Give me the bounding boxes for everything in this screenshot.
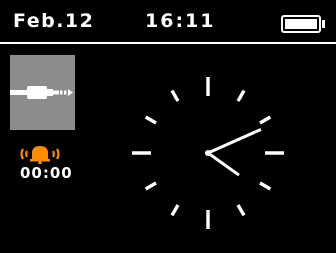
hour-tick bbox=[144, 181, 157, 191]
analog-clock bbox=[132, 77, 284, 229]
minute-hand bbox=[207, 128, 262, 155]
hour-hand bbox=[207, 151, 240, 177]
time-label: 16:11 bbox=[145, 10, 216, 32]
status-divider bbox=[0, 42, 336, 44]
battery-full-icon bbox=[281, 15, 325, 33]
clock-center bbox=[205, 150, 211, 156]
hour-tick bbox=[236, 204, 246, 217]
hour-tick bbox=[259, 115, 272, 125]
input-source-tile[interactable] bbox=[10, 55, 75, 130]
hour-tick bbox=[236, 89, 246, 102]
hour-tick bbox=[170, 89, 180, 102]
date-label: Feb.12 bbox=[13, 10, 95, 32]
status-bar: Feb.12 16:11 bbox=[0, 0, 336, 42]
alarm-time-label: 00:00 bbox=[20, 164, 73, 182]
aux-cable-icon bbox=[10, 86, 73, 99]
alarm-bell-icon bbox=[20, 146, 60, 164]
hour-tick bbox=[144, 115, 157, 125]
hour-tick bbox=[170, 204, 180, 217]
hour-tick bbox=[259, 181, 272, 191]
